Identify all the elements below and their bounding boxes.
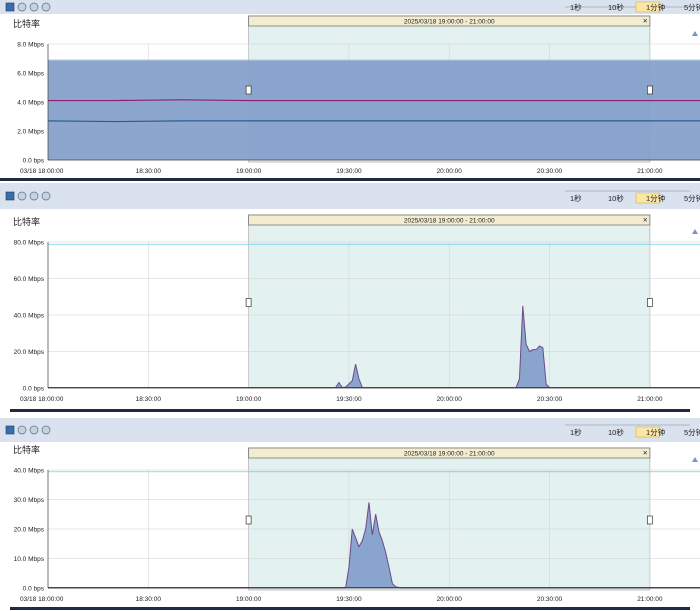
interval-option[interactable]: 1分钟 [646, 193, 666, 203]
x-tick-label: 18:30:00 [136, 168, 162, 175]
y-tick-label: 40.0 Mbps [14, 468, 45, 475]
toolbar [0, 183, 700, 209]
y-tick-label: 60.0 Mbps [14, 276, 45, 283]
y-tick-label: 20.0 Mbps [14, 527, 45, 534]
panel-bottom-border [0, 178, 700, 181]
user-icon[interactable] [692, 229, 698, 234]
y-tick-label: 30.0 Mbps [14, 497, 45, 504]
y-tick-label: 4.0 Mbps [17, 100, 44, 107]
interval-option[interactable]: 10秒 [608, 193, 624, 203]
interval-option[interactable]: 10秒 [608, 2, 624, 12]
x-tick-label: 03/18 18:00:00 [20, 596, 64, 603]
y-tick-label: 0.0 bps [23, 158, 45, 165]
x-tick-label: 21:00:00 [637, 168, 663, 175]
y-axis-title: 比特率 [13, 444, 40, 455]
y-tick-label: 80.0 Mbps [14, 240, 45, 247]
selection-right-handle[interactable] [646, 85, 653, 95]
x-tick-label: 20:00:00 [437, 168, 463, 175]
bitrate-chart-2: 1秒 10秒 1分钟 5分钟 2025/03/18 19:00:00 - 21:00:0… [0, 183, 700, 412]
interval-option[interactable]: 10秒 [608, 427, 624, 437]
export-icon[interactable] [5, 425, 15, 435]
interval-option[interactable]: 5分钟 [684, 427, 700, 437]
x-tick-label: 20:00:00 [437, 596, 463, 603]
interval-option[interactable]: 5分钟 [684, 2, 700, 12]
y-tick-label: 0.0 bps [23, 386, 45, 393]
x-tick-label: 19:00:00 [236, 168, 262, 175]
interval-option[interactable]: 1分钟 [646, 2, 666, 12]
y-tick-label: 6.0 Mbps [17, 71, 44, 78]
x-tick-label: 18:30:00 [136, 396, 162, 403]
x-tick-label: 19:00:00 [236, 396, 262, 403]
x-tick-label: 19:30:00 [336, 596, 362, 603]
close-selection-icon[interactable]: × [643, 17, 648, 26]
user-icon[interactable] [692, 457, 698, 462]
x-tick-label: 19:00:00 [236, 596, 262, 603]
x-tick-label: 21:00:00 [637, 396, 663, 403]
panel-bottom-border [10, 409, 690, 412]
x-tick-label: 18:30:00 [136, 596, 162, 603]
selection-right-handle[interactable] [646, 298, 653, 307]
interval-option[interactable]: 1秒 [570, 2, 582, 12]
x-tick-label: 03/18 18:00:00 [20, 168, 64, 175]
y-axis-title: 比特率 [13, 18, 40, 29]
y-tick-label: 10.0 Mbps [14, 556, 45, 563]
export-icon[interactable] [5, 2, 15, 12]
forward-icon[interactable] [29, 191, 39, 201]
x-tick-label: 20:30:00 [537, 596, 563, 603]
interval-option[interactable]: 5分钟 [684, 193, 700, 203]
selection-range-label: 2025/03/18 19:00:00 - 21:00:00 [404, 218, 495, 225]
toolbar [0, 418, 700, 442]
selection-range-label: 2025/03/18 19:00:00 - 21:00:00 [404, 19, 495, 26]
close-selection-icon[interactable]: × [643, 216, 648, 225]
bitrate-chart-1: 1秒 10秒 1分钟 5分钟 2025/03/18 19:00:00 - 21:00:0… [0, 0, 700, 181]
panel-bottom-border [10, 607, 690, 610]
x-tick-label: 19:30:00 [336, 396, 362, 403]
selection-right-handle[interactable] [646, 515, 653, 525]
x-tick-label: 19:30:00 [336, 168, 362, 175]
x-tick-label: 20:00:00 [437, 396, 463, 403]
bitrate-chart-3: 1秒 10秒 1分钟 5分钟 2025/03/18 19:00:00 - 21:00:0… [0, 418, 700, 610]
selection-left-handle[interactable] [245, 298, 252, 307]
bitrate-area [48, 59, 700, 161]
back-icon[interactable] [17, 2, 27, 12]
y-axis-title: 比特率 [13, 216, 40, 227]
bitrate-panel-1: 1秒 10秒 1分钟 5分钟 2025/03/18 19:00:00 - 21:00:0… [0, 0, 700, 183]
x-tick-label: 20:30:00 [537, 396, 563, 403]
y-tick-label: 0.0 bps [23, 586, 45, 593]
x-tick-label: 20:30:00 [537, 168, 563, 175]
selection-left-handle[interactable] [245, 85, 252, 95]
y-tick-label: 8.0 Mbps [17, 42, 44, 49]
y-tick-label: 2.0 Mbps [17, 129, 44, 136]
user-icon[interactable] [692, 31, 698, 36]
y-tick-label: 20.0 Mbps [14, 349, 45, 356]
bitrate-panel-3: 1秒 10秒 1分钟 5分钟 2025/03/18 19:00:00 - 21:00:0… [0, 418, 700, 611]
x-tick-label: 03/18 18:00:00 [20, 396, 64, 403]
interval-option[interactable]: 1分钟 [646, 427, 666, 437]
interval-option[interactable]: 1秒 [570, 193, 582, 203]
interval-option[interactable]: 1秒 [570, 427, 582, 437]
zoom-icon[interactable] [41, 425, 51, 435]
forward-icon[interactable] [29, 2, 39, 12]
export-icon[interactable] [5, 191, 15, 201]
bitrate-panel-2: 1秒 10秒 1分钟 5分钟 2025/03/18 19:00:00 - 21:00:0… [0, 183, 700, 415]
y-tick-label: 40.0 Mbps [14, 313, 45, 320]
forward-icon[interactable] [29, 425, 39, 435]
zoom-icon[interactable] [41, 2, 51, 12]
back-icon[interactable] [17, 191, 27, 201]
back-icon[interactable] [17, 425, 27, 435]
x-tick-label: 21:00:00 [637, 596, 663, 603]
selection-left-handle[interactable] [245, 515, 252, 525]
zoom-icon[interactable] [41, 191, 51, 201]
selection-range-label: 2025/03/18 19:00:00 - 21:00:00 [404, 451, 495, 458]
close-selection-icon[interactable]: × [643, 449, 648, 458]
